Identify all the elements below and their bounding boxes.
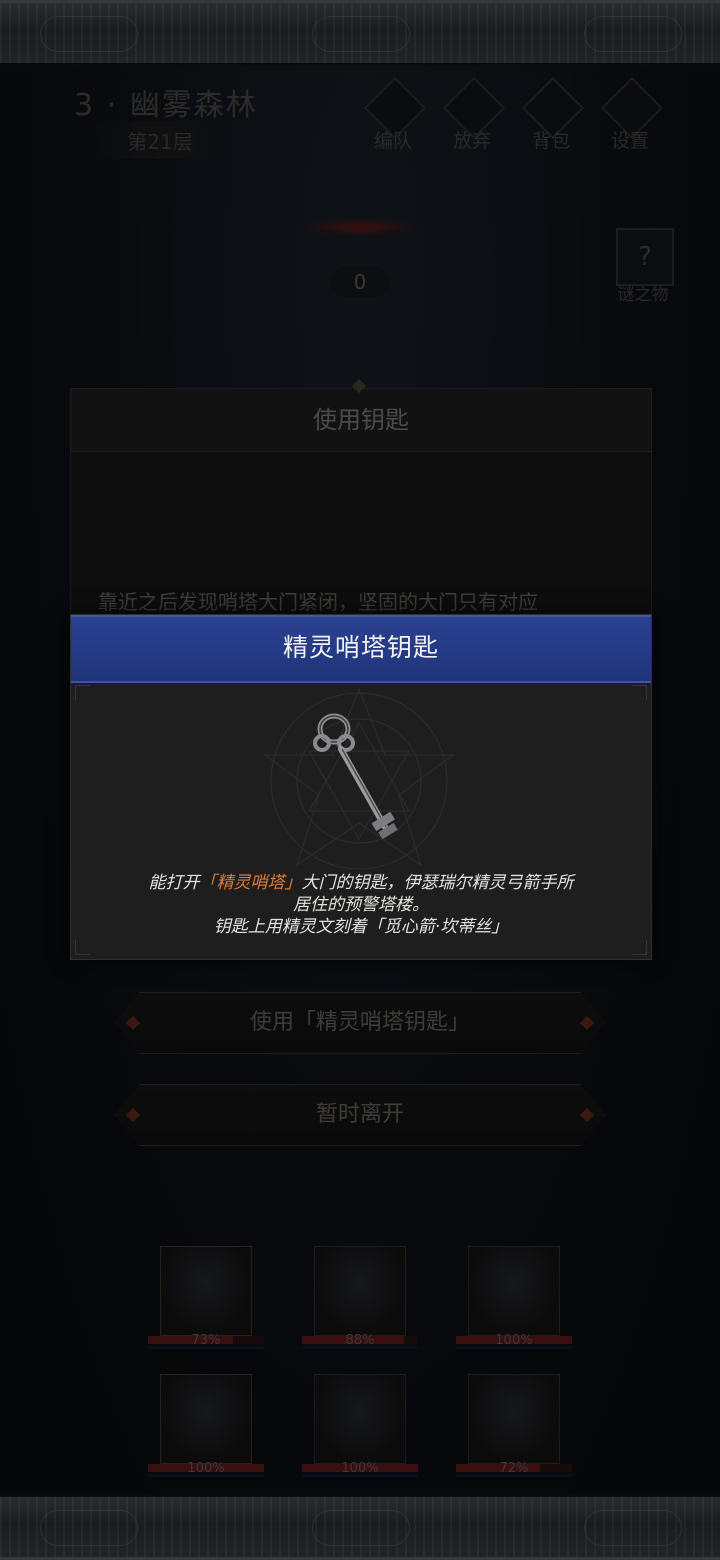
item-desc-prefix: 能打开	[148, 873, 200, 893]
backpack-label: 背包	[531, 130, 570, 152]
hero-card[interactable]: 88%	[302, 1246, 418, 1354]
item-desc-highlight: 「精灵哨塔」	[199, 873, 302, 893]
elf-key-icon	[263, 687, 455, 870]
corner-ornament	[632, 685, 647, 700]
hero-portrait	[468, 1374, 560, 1464]
event-description: 靠近之后发现哨塔大门紧闭，坚固的大门只有对应	[98, 590, 538, 614]
backpack-button[interactable]: 背包	[520, 76, 585, 156]
corner-ornament	[75, 940, 90, 955]
item-desc-line-3: 钥匙上用精灵文刻着「觅心箭·坎蒂丝」	[213, 917, 509, 937]
formation-button[interactable]: 编队	[362, 76, 427, 156]
abandon-button[interactable]: 放弃	[441, 76, 506, 156]
leave-label: 暂时离开	[315, 1102, 404, 1127]
hero-portrait	[160, 1374, 252, 1464]
score-counter: 0	[330, 267, 390, 297]
frame-ornament	[312, 1510, 410, 1546]
abandon-label: 放弃	[452, 130, 491, 152]
item-desc-rest: 大门的钥匙，伊瑟瑞尔精灵弓箭手所	[301, 873, 574, 893]
use-key-label: 使用「精灵哨塔钥匙」	[249, 1010, 470, 1035]
corner-ornament	[632, 940, 647, 955]
item-description: 能打开「精灵哨塔」大门的钥匙，伊瑟瑞尔精灵弓箭手所 居住的预警塔楼。 钥匙上用精…	[91, 872, 631, 938]
mana-bar	[302, 1474, 418, 1477]
frame-ornament	[584, 16, 682, 52]
item-desc-line-2: 居住的预警塔楼。	[293, 895, 429, 915]
leave-button[interactable]: 暂时离开	[114, 1084, 606, 1146]
hero-card[interactable]: 100%	[302, 1374, 418, 1482]
settings-label: 设置	[610, 130, 649, 152]
mana-bar	[302, 1346, 418, 1349]
item-desc-line-1: 能打开「精灵哨塔」大门的钥匙，伊瑟瑞尔精灵弓箭手所	[91, 872, 631, 894]
item-name: 精灵哨塔钥匙	[71, 615, 651, 683]
hero-portrait	[314, 1246, 406, 1336]
hero-portrait	[160, 1246, 252, 1336]
bottom-frame	[0, 1494, 720, 1560]
top-frame	[0, 0, 720, 66]
mystery-item-button[interactable]: ? 谜之物	[610, 228, 676, 308]
mystery-label: 谜之物	[617, 285, 669, 305]
frame-ornament	[40, 16, 138, 52]
frame-ornament	[584, 1510, 682, 1546]
hero-card[interactable]: 73%	[148, 1246, 264, 1354]
hero-card[interactable]: 100%	[456, 1246, 572, 1354]
item-detail-popup[interactable]: 精灵哨塔钥匙 能打开「精灵哨塔」大门的钥匙，伊瑟瑞尔精灵弓箭手所 居住的预警塔楼…	[70, 614, 652, 960]
settings-button[interactable]: 设置	[599, 76, 664, 156]
formation-label: 编队	[373, 130, 412, 152]
event-title: 使用钥匙	[71, 389, 651, 452]
frame-ornament	[312, 16, 410, 52]
hero-card[interactable]: 100%	[148, 1374, 264, 1482]
mana-bar	[456, 1474, 572, 1477]
red-glow-decoration	[300, 218, 420, 236]
question-icon: ?	[616, 228, 674, 286]
mana-bar	[148, 1346, 264, 1349]
hero-portrait	[314, 1374, 406, 1464]
corner-ornament	[75, 685, 90, 700]
mana-bar	[456, 1346, 572, 1349]
hero-card[interactable]: 72%	[456, 1374, 572, 1482]
hero-portrait	[468, 1246, 560, 1336]
stage-title: 3 · 幽雾森林	[74, 88, 258, 123]
use-key-button[interactable]: 使用「精灵哨塔钥匙」	[114, 992, 606, 1054]
floor-label: 第21层	[90, 122, 230, 159]
mana-bar	[148, 1474, 264, 1477]
frame-ornament	[40, 1510, 138, 1546]
